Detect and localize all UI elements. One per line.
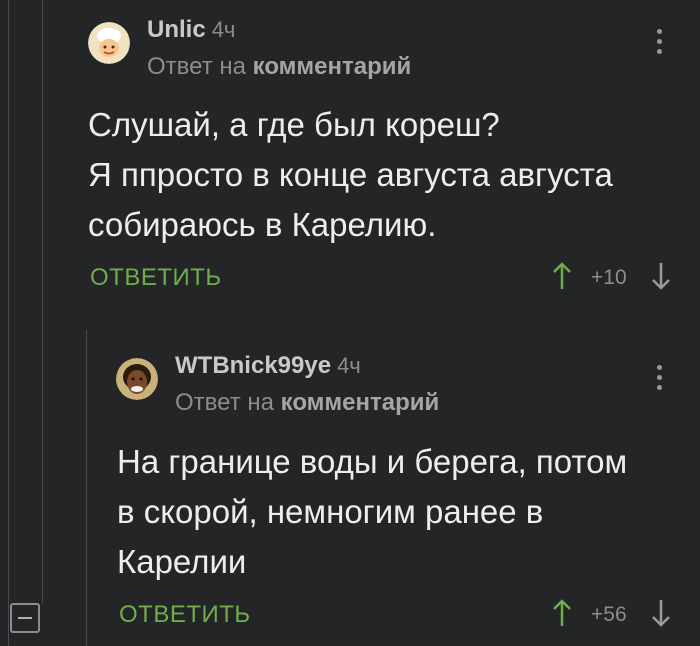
reply-prefix: Ответ на bbox=[175, 389, 274, 416]
reply-to-link[interactable]: Ответ на комментарий bbox=[175, 389, 439, 417]
author-name[interactable]: Unlic bbox=[147, 16, 206, 43]
comment-line: собираюсь в Карелию. bbox=[88, 206, 437, 243]
thread-line-outer bbox=[8, 0, 9, 646]
avatar[interactable] bbox=[88, 22, 130, 64]
comment-line: в скорой, немногим ранее в bbox=[117, 493, 544, 530]
reply-button[interactable]: ОТВЕТИТЬ bbox=[90, 264, 222, 292]
comment-line: На границе воды и берега, потом bbox=[117, 443, 628, 480]
arrow-down-icon[interactable] bbox=[651, 261, 671, 291]
more-vertical-icon[interactable] bbox=[657, 29, 663, 55]
reply-target[interactable]: комментарий bbox=[281, 389, 440, 416]
comment-body: Слушай, а где был кореш? Я ппросто в кон… bbox=[88, 100, 613, 250]
comment-body: На границе воды и берега, потом в скорой… bbox=[117, 437, 627, 587]
comment-line: Карелии bbox=[117, 543, 247, 580]
thread-line-level-2 bbox=[86, 330, 87, 646]
reply-target[interactable]: комментарий bbox=[253, 53, 412, 80]
thread-line-level-1 bbox=[42, 0, 43, 603]
collapse-thread-button[interactable] bbox=[10, 603, 40, 633]
author-name[interactable]: WTBnick99ye bbox=[175, 352, 331, 379]
arrow-down-icon[interactable] bbox=[651, 598, 671, 628]
arrow-up-icon[interactable] bbox=[552, 261, 572, 291]
arrow-up-icon[interactable] bbox=[552, 598, 572, 628]
comment-time: 4ч bbox=[211, 17, 236, 42]
comment-author[interactable]: Unlic 4ч bbox=[147, 16, 235, 44]
reply-to-link[interactable]: Ответ на комментарий bbox=[147, 53, 411, 81]
avatar[interactable] bbox=[116, 358, 158, 400]
comment-line: Я ппросто в конце августа августа bbox=[88, 156, 613, 193]
rating-value: +56 bbox=[591, 603, 627, 626]
more-vertical-icon[interactable] bbox=[657, 365, 663, 391]
rating-value: +10 bbox=[591, 266, 627, 289]
comment-line: Слушай, а где был кореш? bbox=[88, 106, 500, 143]
reply-button[interactable]: ОТВЕТИТЬ bbox=[119, 601, 251, 629]
reply-prefix: Ответ на bbox=[147, 53, 246, 80]
comment-author[interactable]: WTBnick99ye 4ч bbox=[175, 352, 361, 380]
comment-time: 4ч bbox=[337, 353, 361, 378]
